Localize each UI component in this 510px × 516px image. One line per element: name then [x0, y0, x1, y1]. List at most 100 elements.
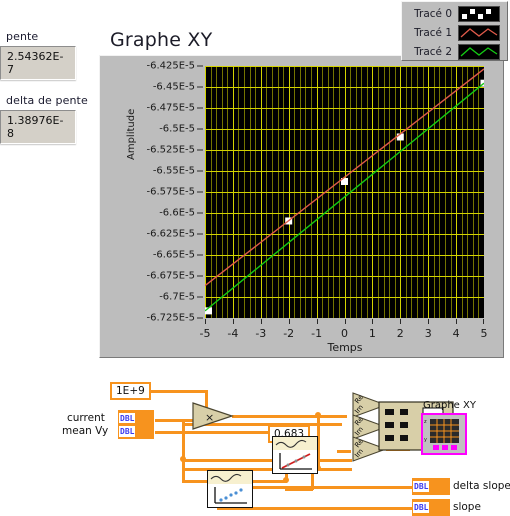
slope-terminal-type: DBL	[413, 502, 430, 513]
y-tick-mark-4	[197, 149, 203, 151]
y-tick-label-2: -6.475E-5	[146, 102, 195, 114]
scatter-icon-1	[208, 471, 252, 507]
x-tick-mark-6	[372, 319, 374, 324]
wire-subvi1-out	[252, 480, 287, 483]
statistics-subvi-1[interactable]	[207, 470, 253, 508]
x-tick-mark-3	[288, 319, 290, 324]
x-tick-label-4: -1	[311, 327, 323, 340]
pente-value[interactable]: 2.54362E-7	[0, 46, 76, 80]
x-tick-mark-9	[456, 319, 458, 324]
linear-fit-icon	[273, 437, 317, 473]
x-tick-label-10: 5	[480, 327, 488, 340]
x-tick-mark-2	[260, 319, 262, 324]
series-line-1	[205, 68, 484, 287]
x-tick-mark-8	[428, 319, 430, 324]
wire-junction-5	[283, 477, 289, 483]
current-label: current	[67, 412, 105, 424]
legend-row-2[interactable]: Tracé 2	[406, 43, 503, 61]
legend-swatch-0[interactable]	[458, 6, 500, 22]
multiply-symbol: ×	[205, 411, 214, 424]
y-tick-mark-11	[197, 296, 203, 298]
legend-label-0: Tracé 0	[414, 8, 452, 20]
slope-label: slope	[453, 501, 481, 513]
mean-vy-terminal-type: DBL	[119, 425, 136, 437]
y-tick-mark-6	[197, 191, 203, 193]
y-tick-mark-2	[197, 107, 203, 109]
gain-constant[interactable]: 1E+9	[110, 382, 151, 400]
delta-slope-terminal[interactable]: DBL	[412, 478, 450, 495]
legend-label-2: Tracé 2	[414, 46, 452, 58]
x-tick-mark-10	[483, 319, 484, 324]
y-tick-label-5: -6.55E-5	[152, 165, 195, 177]
y-tick-label-0: -6.425E-5	[146, 60, 195, 72]
wire-to-subvi-1	[182, 480, 208, 483]
front-panel-indicators: pente 2.54362E-7 delta de pente 1.38976E…	[0, 30, 96, 158]
x-tick-label-2: -3	[255, 327, 267, 340]
legend-row-1[interactable]: Tracé 1	[406, 24, 503, 42]
delta-slope-label: delta slope	[453, 480, 510, 492]
graphe-xy-terminal[interactable]: z y	[421, 413, 467, 455]
delta-de-pente-label: delta de pente	[6, 94, 88, 107]
x-tick-mark-4	[316, 319, 318, 324]
x-axis[interactable]: -5 -4 -3 -2 -1 0 1 2 3 4 5	[200, 319, 488, 341]
y-tick-mark-1	[197, 86, 203, 88]
delta-de-pente-value[interactable]: 1.38976E-8	[0, 110, 76, 144]
y-tick-label-8: -6.625E-5	[146, 228, 195, 240]
plot-area[interactable]	[205, 66, 484, 318]
y-tick-mark-8	[197, 233, 203, 235]
mean-vy-terminal[interactable]: DBL	[118, 423, 154, 439]
y-tick-mark-0	[197, 65, 203, 67]
wire-fit-out-1	[337, 450, 351, 453]
y-tick-label-10: -6.675E-5	[146, 270, 195, 282]
legend-label-1: Tracé 1	[414, 27, 452, 39]
wire-junction-1	[315, 412, 321, 418]
x-tick-label-9: 4	[452, 327, 460, 340]
x-tick-label-5: 0	[341, 327, 348, 340]
legend-swatch-2[interactable]	[458, 44, 500, 60]
pente-label: pente	[6, 30, 39, 43]
y-tick-mark-9	[197, 254, 203, 256]
graph-terminal-icon: z y	[423, 415, 465, 453]
y-axis[interactable]: -6.425E-5 -6.45E-5 -6.475E-5 -6.5E-5 -6.525E…	[130, 60, 203, 326]
wire-meanvy-out	[155, 431, 278, 434]
x-tick-label-0: -5	[199, 327, 211, 340]
delta-slope-terminal-type: DBL	[413, 481, 430, 492]
indicator-group-pente: pente 2.54362E-7	[0, 30, 96, 80]
svg-text:y: y	[424, 437, 427, 443]
wire-current-to-multiply	[155, 419, 193, 422]
page-title: Graphe XY	[110, 29, 213, 51]
y-tick-mark-10	[197, 275, 203, 277]
y-tick-label-11: -6.7E-5	[159, 291, 195, 303]
x-axis-label: Temps	[327, 341, 363, 354]
y-tick-label-9: -6.65E-5	[152, 249, 195, 261]
x-tick-label-7: 2	[396, 327, 404, 340]
x-tick-label-3: -2	[283, 327, 295, 340]
linear-fit-subvi[interactable]	[272, 436, 318, 474]
x-tick-mark-7	[400, 319, 402, 324]
y-tick-label-1: -6.45E-5	[152, 81, 195, 93]
wire-multiply-out	[232, 415, 347, 418]
x-tick-mark-5	[344, 319, 346, 324]
wire-mid-feed	[182, 459, 352, 462]
y-tick-label-3: -6.5E-5	[159, 123, 195, 135]
y-tick-label-7: -6.6E-5	[159, 207, 195, 219]
x-tick-label-8: 3	[424, 327, 432, 340]
block-diagram: 1E+9 0.683 current DBL mean Vy DBL × Re …	[0, 370, 510, 516]
y-tick-mark-7	[197, 212, 203, 214]
y-tick-mark-3	[197, 128, 203, 130]
y-tick-label-6: -6.575E-5	[146, 186, 195, 198]
current-terminal-type: DBL	[119, 412, 136, 424]
plot-legend[interactable]: Tracé 0 Tracé 1 Tracé 2	[401, 1, 508, 61]
mean-vy-label: mean Vy	[62, 425, 109, 437]
slope-terminal[interactable]: DBL	[412, 499, 450, 516]
multiply-node[interactable]: ×	[192, 402, 234, 430]
plot-canvas	[205, 66, 484, 318]
y-tick-label-12: -6.725E-5	[146, 312, 195, 324]
indicator-group-delta-de-pente: delta de pente 1.38976E-8	[0, 94, 96, 144]
y-axis-label: Amplitude	[126, 108, 137, 160]
graphe-xy-diagram-label: Graphe XY	[423, 400, 476, 411]
legend-row-0[interactable]: Tracé 0	[406, 5, 503, 23]
legend-swatch-1[interactable]	[458, 25, 500, 41]
x-tick-mark-1	[232, 319, 234, 324]
x-tick-label-6: 1	[368, 327, 376, 340]
